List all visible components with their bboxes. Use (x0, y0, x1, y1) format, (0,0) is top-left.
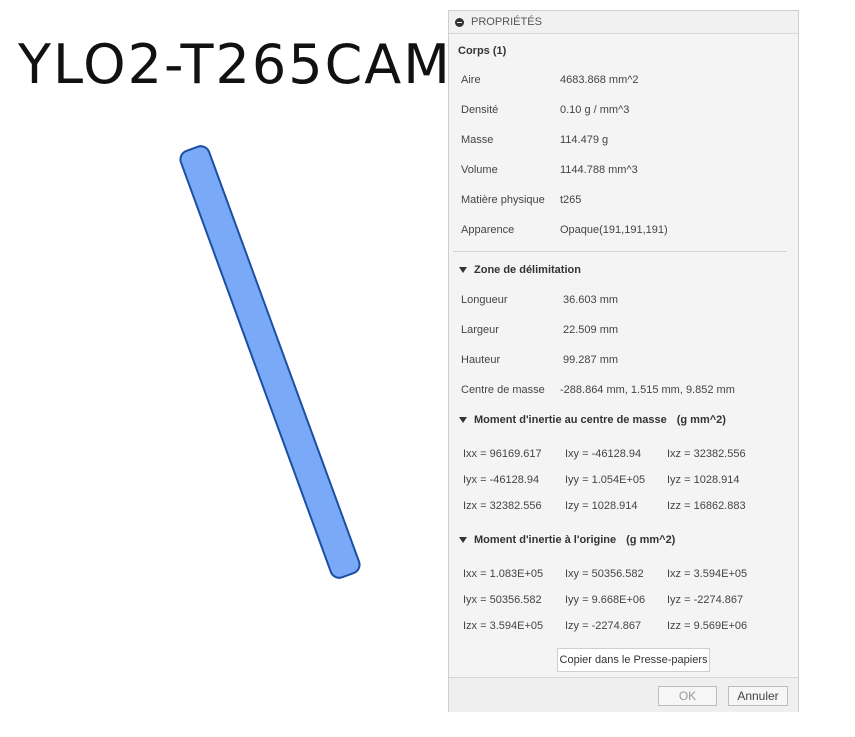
prop-value: 22.509 mm (563, 324, 619, 336)
dialog-footer: OK Annuler (449, 677, 798, 712)
inertia-origin-cell: Iyx = 50356.582 (463, 594, 542, 606)
inertia-cm-cell: Iyx = -46128.94 (463, 474, 540, 486)
section-title: Zone de délimitation (474, 264, 581, 276)
inertia-origin-cell: Ixy = 50356.582 (565, 568, 644, 580)
prop-label: Largeur (461, 324, 499, 336)
inertia-cm-cell: Izx = 32382.556 (463, 500, 542, 512)
section-inertia-origin[interactable]: Moment d'inertie à l'origine (g mm^2) (459, 534, 675, 546)
prop-value: 99.287 mm (563, 354, 619, 366)
prop-value: 0.10 g / mm^3 (560, 104, 630, 116)
inertia-origin-cell: Ixx = 1.083E+05 (463, 568, 544, 580)
prop-value: Opaque(191,191,191) (560, 224, 668, 236)
prop-label: Apparence (461, 224, 515, 236)
inertia-origin-cell: Iyy = 9.668E+06 (565, 594, 646, 606)
ok-button[interactable]: OK (658, 686, 717, 706)
prop-value: 1144.788 mm^3 (560, 164, 638, 176)
prop-value: t265 (560, 194, 582, 206)
prop-value: 36.603 mm (563, 294, 619, 306)
inertia-cm-cell: Ixx = 96169.617 (463, 448, 542, 460)
panel-header: PROPRIÉTÉS (449, 11, 798, 34)
part-body (179, 145, 361, 579)
inertia-origin-cell: Izx = 3.594E+05 (463, 620, 544, 632)
inertia-origin-cell: Iyz = -2274.867 (667, 594, 744, 606)
section-units: (g mm^2) (676, 414, 726, 426)
prop-label: Aire (461, 74, 481, 86)
inertia-cm-cell: Izz = 16862.883 (667, 500, 746, 512)
prop-label: Hauteur (461, 354, 501, 366)
inertia-cm-cell: Izy = 1028.914 (565, 500, 638, 512)
prop-label: Densité (461, 104, 499, 116)
inertia-cm-cell: Ixy = -46128.94 (565, 448, 642, 460)
expand-triangle-icon (459, 267, 467, 273)
section-title: Moment d'inertie à l'origine (474, 534, 617, 546)
cancel-button[interactable]: Annuler (728, 686, 788, 706)
prop-value: 4683.868 mm^2 (560, 74, 639, 86)
copy-to-clipboard-button[interactable]: Copier dans le Presse-papiers (557, 648, 710, 672)
prop-label: Longueur (461, 294, 508, 306)
inertia-origin-cell: Izz = 9.569E+06 (667, 620, 748, 632)
section-bounding-box[interactable]: Zone de délimitation (459, 264, 581, 276)
prop-label: Masse (461, 134, 494, 146)
inertia-origin-cell: Izy = -2274.867 (565, 620, 642, 632)
collapse-icon[interactable] (455, 17, 464, 27)
prop-label: Volume (461, 164, 498, 176)
section-units: (g mm^2) (626, 534, 676, 546)
divider (453, 251, 787, 252)
panel-title: PROPRIÉTÉS (471, 16, 542, 28)
properties-panel: PROPRIÉTÉS Corps (1) Aire 4683.868 mm^2 … (448, 10, 799, 712)
section-inertia-cm[interactable]: Moment d'inertie au centre de masse (g m… (459, 414, 726, 426)
expand-triangle-icon (459, 537, 467, 543)
inertia-origin-cell: Ixz = 3.594E+05 (667, 568, 748, 580)
expand-triangle-icon (459, 417, 467, 423)
prop-label: Centre de masse (461, 384, 545, 396)
inertia-cm-cell: Iyy = 1.054E+05 (565, 474, 646, 486)
prop-value: 114.479 g (560, 134, 609, 146)
section-title: Moment d'inertie au centre de masse (474, 414, 667, 426)
prop-value: -288.864 mm, 1.515 mm, 9.852 mm (560, 384, 735, 396)
inertia-cm-cell: Ixz = 32382.556 (667, 448, 746, 460)
prop-label: Matière physique (461, 194, 545, 206)
inertia-cm-cell: Iyz = 1028.914 (667, 474, 740, 486)
body-title: Corps (1) (458, 45, 507, 57)
part-model-3d[interactable] (0, 0, 440, 737)
